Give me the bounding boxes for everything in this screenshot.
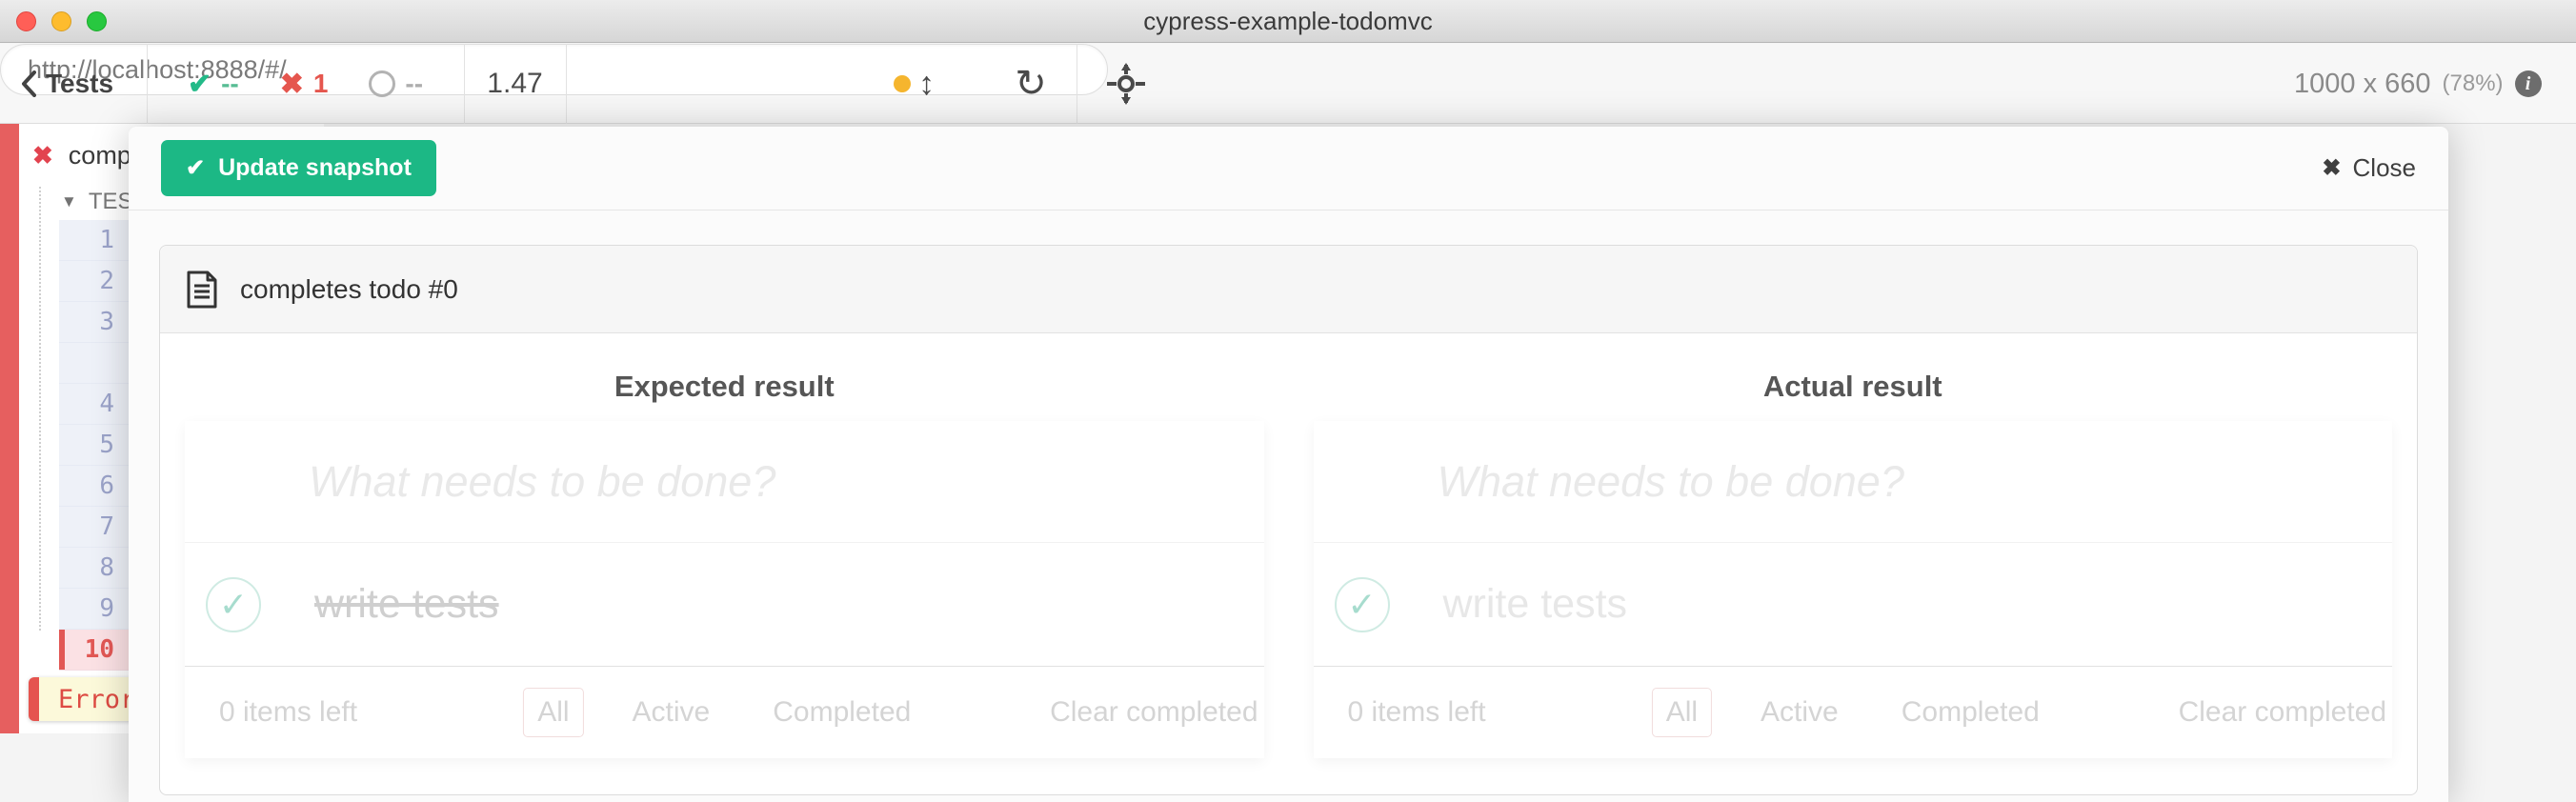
pending-count: -- (405, 69, 423, 99)
check-icon: ✓ (1347, 585, 1376, 625)
test-group-row[interactable]: ▼ TES (61, 189, 133, 215)
filter-active: Active (618, 688, 725, 737)
close-label: Close (2353, 153, 2416, 183)
close-window-button[interactable] (16, 11, 36, 31)
failed-spec-red-bar (0, 124, 19, 733)
todo-footer: 0 items left All Active Completed Clear co… (1314, 667, 2393, 758)
test-duration: 1.47 (464, 44, 566, 124)
refresh-button[interactable]: ↻ (1002, 44, 1059, 124)
actual-snapshot: What needs to be done? ✓ write tests 0 i… (1314, 421, 2393, 758)
failed-stat: ✖ 1 (280, 68, 329, 101)
filter-list: All Active Completed (523, 688, 925, 737)
line-number: 7 (59, 512, 114, 541)
items-left-label: 0 items left (1348, 696, 1486, 729)
snapshot-dialog: ✔ Update snapshot ✖ Close completes todo… (129, 127, 2448, 802)
filter-all: All (523, 688, 583, 737)
close-dialog-button[interactable]: ✖ Close (2322, 153, 2416, 183)
clear-completed-button: Clear completed (2179, 696, 2386, 729)
check-icon: ✔ (186, 154, 205, 182)
yellow-dot-icon (894, 75, 911, 92)
window-title: cypress-example-todomvc (1143, 7, 1432, 36)
todo-item-row: ✓ write tests (185, 543, 1264, 667)
viewport-size: 1000 x 660 (2294, 69, 2431, 100)
selector-playground-button[interactable] (1097, 44, 1155, 124)
filter-list: All Active Completed (1652, 688, 2054, 737)
zoom-window-button[interactable] (87, 11, 107, 31)
toolbar-divider (566, 44, 567, 124)
todo-input: What needs to be done? (1314, 421, 2393, 543)
line-number: 10 (59, 635, 114, 664)
info-icon[interactable]: i (2515, 70, 2542, 97)
line-number: 3 (59, 308, 114, 336)
viewport-info: 1000 x 660 (78%) i (2294, 44, 2576, 124)
caret-down-icon: ▼ (61, 192, 77, 211)
check-icon: ✓ (219, 585, 248, 625)
filter-all: All (1652, 688, 1712, 737)
todo-toggle-icon: ✓ (1335, 577, 1390, 632)
clear-completed-button: Clear completed (1050, 696, 1258, 729)
passed-stat: ✔ -- (188, 68, 239, 101)
cypress-toolbar: Tests ✔ -- ✖ 1 -- 1.47 ↕ ↻ (0, 44, 2576, 124)
filter-completed: Completed (758, 688, 925, 737)
traffic-lights (16, 11, 107, 31)
indent-guide-line (39, 187, 41, 631)
minimize-window-button[interactable] (51, 11, 71, 31)
line-number: 6 (59, 471, 114, 500)
update-snapshot-button[interactable]: ✔ Update snapshot (161, 140, 436, 196)
expected-result-column: Expected result What needs to be done? ✓… (160, 333, 1289, 758)
expected-snapshot: What needs to be done? ✓ write tests 0 i… (185, 421, 1264, 758)
filter-active: Active (1746, 688, 1853, 737)
fail-x-icon: ✖ (32, 141, 53, 170)
comparison-panel: completes todo #0 Expected result What n… (159, 245, 2418, 795)
update-snapshot-label: Update snapshot (218, 154, 412, 182)
viewport-scale-indicator[interactable]: ↕ (894, 44, 979, 124)
passed-count: -- (221, 69, 239, 99)
x-icon: ✖ (280, 68, 304, 101)
line-number: 5 (59, 431, 114, 459)
line-number: 1 (59, 226, 114, 254)
document-icon (187, 271, 217, 309)
close-icon: ✖ (2322, 154, 2341, 182)
todo-footer: 0 items left All Active Completed Clear co… (185, 667, 1264, 758)
todo-label: write tests (314, 581, 499, 628)
up-down-arrow-icon: ↕ (918, 66, 935, 103)
filter-completed: Completed (1887, 688, 2054, 737)
comparison-panel-header: completes todo #0 (160, 246, 2417, 333)
line-number: 8 (59, 553, 114, 582)
test-stats: ✔ -- ✖ 1 -- (147, 44, 464, 124)
expected-result-heading: Expected result (185, 370, 1264, 413)
line-number: 9 (59, 594, 114, 623)
failed-test-row[interactable]: ✖ compl (32, 141, 137, 170)
todo-toggle-icon: ✓ (206, 577, 261, 632)
crosshair-icon (1105, 63, 1147, 105)
actual-result-heading: Actual result (1314, 370, 2393, 413)
test-group-label: TES (89, 189, 133, 215)
pending-stat: -- (369, 69, 423, 99)
todo-input-placeholder: What needs to be done? (1438, 457, 1904, 507)
snapshot-dialog-header: ✔ Update snapshot ✖ Close (129, 127, 2448, 211)
failed-count: 1 (313, 69, 329, 99)
todo-input: What needs to be done? (185, 421, 1264, 543)
todo-input-placeholder: What needs to be done? (309, 457, 775, 507)
test-title: completes todo #0 (240, 274, 458, 305)
viewport-scale: (78%) (2443, 70, 2504, 97)
back-to-tests-button[interactable]: Tests (0, 44, 147, 124)
todo-item-row: ✓ write tests (1314, 543, 2393, 667)
items-left-label: 0 items left (219, 696, 357, 729)
chevron-left-icon (21, 70, 36, 97)
window-titlebar: cypress-example-todomvc (0, 0, 2576, 43)
todo-label: write tests (1443, 581, 1628, 628)
result-columns: Expected result What needs to be done? ✓… (160, 333, 2417, 758)
actual-result-column: Actual result What needs to be done? ✓ w… (1289, 333, 2418, 758)
circle-icon (369, 70, 395, 97)
back-to-tests-label: Tests (46, 69, 113, 99)
failed-test-title: compl (69, 141, 137, 170)
line-number: 4 (59, 390, 114, 418)
line-number: 2 (59, 267, 114, 295)
refresh-icon: ↻ (1015, 62, 1047, 106)
check-icon: ✔ (188, 68, 211, 101)
